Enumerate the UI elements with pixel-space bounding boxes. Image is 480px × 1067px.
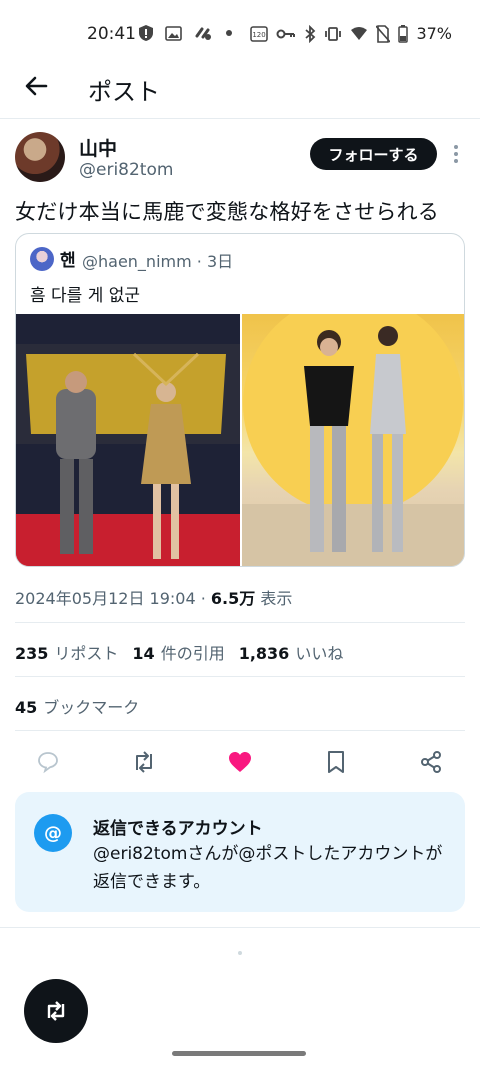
reply-restriction-title: 返信できるアカウント: [93, 819, 263, 839]
wifi-icon: [350, 26, 368, 42]
vibrate-icon: [324, 26, 342, 42]
header-divider: [0, 118, 480, 119]
author-handle[interactable]: @eri82tom: [79, 160, 173, 180]
quoted-author-name: 핸: [60, 251, 76, 271]
back-button[interactable]: [20, 70, 52, 102]
quotes-stat[interactable]: 14 件の引用: [132, 640, 224, 664]
like-icon[interactable]: [222, 744, 258, 780]
scroll-indicator: [238, 951, 242, 955]
battery-percent: 37%: [416, 24, 452, 43]
divider: [15, 730, 465, 731]
hd-icon: 120: [250, 25, 269, 42]
post-timestamp: 2024年05月12日 19:04 · 6.5万 表示: [15, 589, 293, 608]
arrow-left-icon: [25, 76, 48, 96]
divider: [15, 676, 465, 677]
divider: [0, 927, 480, 928]
reply-restriction-description: @eri82tomさんが@ポストしたアカウントが返信できます。: [93, 844, 443, 892]
engagement-stats: 235 リポスト 14 件の引用 1,836 いいね: [15, 640, 343, 664]
shield-alert-icon: [138, 24, 154, 42]
quoted-author-handle: @haen_nimm · 3日: [82, 252, 234, 271]
page-title: ポスト: [88, 78, 160, 106]
action-bar: [0, 744, 480, 780]
bookmark-icon[interactable]: [318, 744, 354, 780]
repost-icon: [47, 1001, 65, 1021]
link-icon: [193, 25, 213, 41]
gesture-nav-bar[interactable]: [172, 1051, 306, 1056]
reposts-stat[interactable]: 235 リポスト: [15, 640, 118, 664]
divider: [15, 622, 465, 623]
bookmarks-stat[interactable]: 45 ブックマーク: [15, 694, 139, 718]
author-name[interactable]: 山中: [79, 134, 117, 161]
svg-text:120: 120: [253, 31, 266, 39]
bluetooth-icon: [304, 24, 316, 43]
likes-stat[interactable]: 1,836 いいね: [239, 640, 344, 664]
quoted-avatar: [30, 247, 54, 271]
reply-icon[interactable]: [30, 744, 66, 780]
red-carpet-photo[interactable]: [16, 314, 240, 566]
reply-restriction-notice: @ 返信できるアカウント @eri82tomさんが@ポストしたアカウントが返信で…: [15, 792, 465, 912]
battery-icon: [398, 24, 409, 43]
quoted-text: 흠 다를 게 없군: [30, 286, 141, 306]
quoted-post[interactable]: 핸 @haen_nimm · 3日 흠 다를 게 없군: [15, 233, 465, 567]
vpn-key-icon: [276, 28, 296, 40]
share-icon[interactable]: [413, 744, 449, 780]
dot-icon: [224, 28, 234, 38]
post-text: 女だけ本当に馬鹿で変態な格好をさせられる: [15, 200, 439, 224]
top-bar: ポスト: [0, 60, 480, 116]
avatar[interactable]: [15, 132, 65, 182]
at-sign-icon: @: [34, 814, 72, 852]
status-bar: 20:41 120 37%: [0, 0, 480, 60]
image-icon: [165, 25, 182, 41]
repost-fab-button[interactable]: [24, 979, 88, 1043]
more-options-icon[interactable]: [447, 138, 465, 170]
premiere-photo[interactable]: [242, 314, 464, 566]
no-sim-icon: [376, 24, 391, 43]
status-time: 20:41: [87, 24, 136, 44]
repost-icon[interactable]: [126, 744, 162, 780]
follow-button[interactable]: フォローする: [310, 138, 437, 170]
